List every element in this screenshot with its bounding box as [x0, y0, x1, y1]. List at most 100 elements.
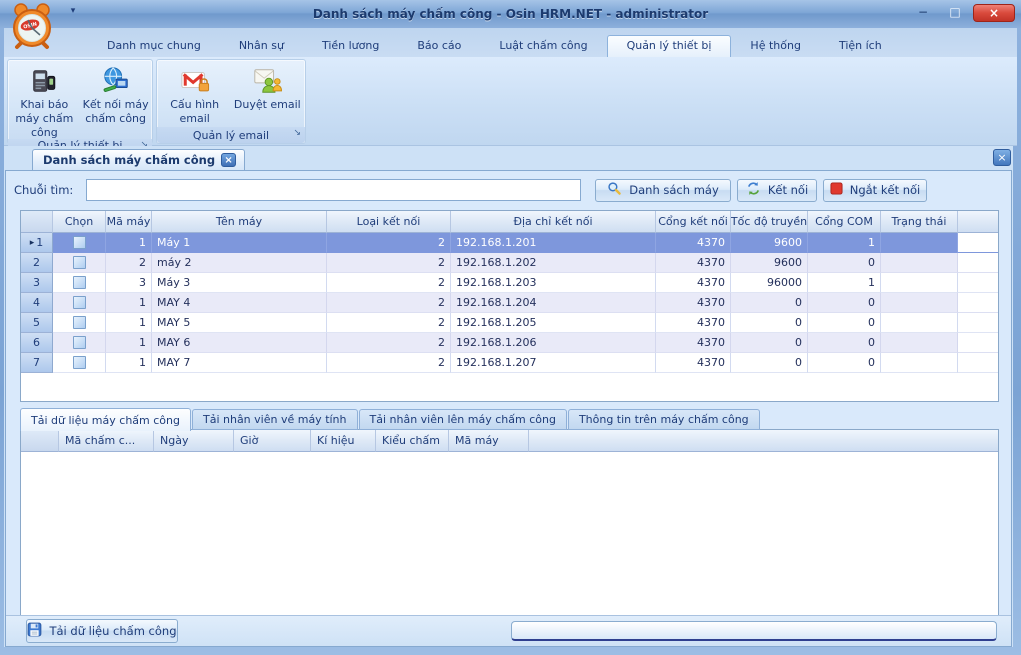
- row-header[interactable]: ▸1: [21, 233, 53, 253]
- button-label: Danh sách máy: [629, 183, 719, 197]
- row-checkbox[interactable]: [73, 236, 86, 249]
- table-cell: [881, 293, 958, 313]
- row-checkbox[interactable]: [73, 256, 86, 269]
- table-cell: 0: [808, 313, 881, 333]
- menu-tab-7[interactable]: Tiện ích: [820, 36, 901, 57]
- row-number: 5: [33, 316, 40, 329]
- column-header[interactable]: Cổng COM: [808, 211, 881, 233]
- table-cell: 192.168.1.205: [451, 313, 656, 333]
- menu-tab-2[interactable]: Tiền lương: [303, 36, 398, 57]
- column-header[interactable]: Loại kết nối: [327, 211, 451, 233]
- table-row[interactable]: 51MAY 52192.168.1.205437000: [21, 313, 998, 333]
- row-number: 4: [33, 296, 40, 309]
- column-header[interactable]: Mã máy: [106, 211, 152, 233]
- table-row[interactable]: 22máy 22192.168.1.202437096000: [21, 253, 998, 273]
- ribbon: Khai báo máy chấm công: [4, 57, 1017, 146]
- connect-attendance-machine-button[interactable]: Kết nối máy chấm công: [81, 63, 151, 139]
- declare-attendance-machine-button[interactable]: Khai báo máy chấm công: [9, 63, 79, 139]
- column-header[interactable]: Cổng kết nối: [656, 211, 731, 233]
- table-row[interactable]: ▸11Máy 12192.168.1.201437096001: [21, 233, 998, 253]
- table-cell: 192.168.1.206: [451, 333, 656, 353]
- menu-tab-3[interactable]: Báo cáo: [398, 36, 480, 57]
- table-cell: 192.168.1.204: [451, 293, 656, 313]
- column-header[interactable]: Kí hiệu: [311, 430, 376, 452]
- column-header[interactable]: Mã máy: [449, 430, 529, 452]
- table-cell: 1: [106, 333, 152, 353]
- row-number: 1: [36, 236, 43, 249]
- column-header[interactable]: Giờ: [234, 430, 311, 452]
- table-cell: [881, 353, 958, 373]
- row-checkbox[interactable]: [73, 336, 86, 349]
- column-header-filler: [958, 211, 998, 233]
- row-checkbox[interactable]: [73, 356, 86, 369]
- table-cell: 2: [327, 253, 451, 273]
- configure-email-button[interactable]: Cấu hình email: [160, 63, 230, 127]
- download-attendance-button[interactable]: Tải dữ liệu chấm công: [26, 619, 178, 643]
- app-logo-alarm-clock-icon[interactable]: OSIN: [8, 2, 56, 52]
- ribbon-tab-bar: Danh mục chungNhân sựTiền lươngBáo cáoLu…: [4, 28, 1017, 57]
- menu-tab-6[interactable]: Hệ thống: [731, 36, 820, 57]
- table-cell: [881, 333, 958, 353]
- table-row[interactable]: 61MAY 62192.168.1.206437000: [21, 333, 998, 353]
- menu-tab-0[interactable]: Danh mục chung: [88, 36, 220, 57]
- bottom-tab-2[interactable]: Tải nhân viên lên máy chấm công: [359, 409, 567, 430]
- document-tab-machine-list[interactable]: Danh sách máy chấm công ×: [32, 149, 245, 170]
- search-input[interactable]: [86, 179, 581, 201]
- attendance-data-grid: Mã chấm c...NgàyGiờKí hiệuKiểu chấmMã má…: [20, 429, 999, 616]
- table-cell: MAY 5: [152, 313, 327, 333]
- column-header[interactable]: Kiểu chấm: [376, 430, 449, 452]
- panel-close-button[interactable]: ×: [993, 149, 1011, 166]
- minimize-button[interactable]: −: [909, 4, 937, 22]
- bottom-tab-1[interactable]: Tải nhân viên về máy tính: [192, 409, 358, 430]
- table-row[interactable]: 71MAY 72192.168.1.207437000: [21, 353, 998, 373]
- table-cell: 0: [731, 313, 808, 333]
- column-header[interactable]: Mã chấm c...: [59, 430, 154, 452]
- column-header[interactable]: Chọn: [53, 211, 106, 233]
- table-cell: 2: [327, 293, 451, 313]
- row-checkbox[interactable]: [73, 276, 86, 289]
- machine-list-button[interactable]: Danh sách máy: [595, 179, 731, 202]
- row-checkbox[interactable]: [73, 296, 86, 309]
- window-controls: − □ ×: [909, 4, 1015, 22]
- quick-access-dropdown-icon[interactable]: ▾: [64, 4, 82, 18]
- table-cell: 2: [327, 353, 451, 373]
- document-tab-label: Danh sách máy chấm công: [43, 153, 215, 167]
- row-header[interactable]: 7: [21, 353, 53, 373]
- dialog-launcher-icon[interactable]: ↘: [293, 128, 301, 138]
- ribbon-button-label: Kết nối máy chấm công: [81, 98, 151, 126]
- menu-tab-4[interactable]: Luật chấm công: [480, 36, 606, 57]
- checkbox-cell: [53, 313, 106, 333]
- network-globe-icon: [101, 65, 131, 97]
- connect-button[interactable]: Kết nối: [737, 179, 817, 202]
- table-row[interactable]: 41MAY 42192.168.1.204437000: [21, 293, 998, 313]
- row-header[interactable]: 2: [21, 253, 53, 273]
- menu-tab-5[interactable]: Quản lý thiết bị: [607, 35, 732, 57]
- row-header[interactable]: 6: [21, 333, 53, 353]
- grid-header-row: ChọnMã máyTên máyLoại kết nốiĐịa chỉ kết…: [21, 211, 998, 233]
- email-contacts-icon: [252, 65, 282, 97]
- row-header[interactable]: 4: [21, 293, 53, 313]
- row-header[interactable]: 5: [21, 313, 53, 333]
- column-header[interactable]: Ngày: [154, 430, 234, 452]
- tab-close-icon[interactable]: ×: [221, 153, 236, 167]
- row-checkbox[interactable]: [73, 316, 86, 329]
- row-number: 6: [33, 336, 40, 349]
- bottom-tab-3[interactable]: Thông tin trên máy chấm công: [568, 409, 760, 430]
- column-header[interactable]: Tên máy: [152, 211, 327, 233]
- close-button[interactable]: ×: [973, 4, 1015, 22]
- browse-email-button[interactable]: Duyệt email: [232, 63, 302, 127]
- row-header[interactable]: 3: [21, 273, 53, 293]
- table-cell-filler: [958, 253, 998, 273]
- column-header[interactable]: Trạng thái: [881, 211, 958, 233]
- table-row[interactable]: 33Máy 32192.168.1.2034370960001: [21, 273, 998, 293]
- table-cell: [881, 273, 958, 293]
- maximize-button[interactable]: □: [941, 4, 969, 22]
- menu-tab-1[interactable]: Nhân sự: [220, 36, 303, 57]
- document-tab-strip: Danh sách máy chấm công × ×: [4, 149, 1013, 170]
- save-icon: [27, 622, 42, 640]
- bottom-tab-0[interactable]: Tải dữ liệu máy chấm công: [20, 408, 191, 431]
- disconnect-button[interactable]: Ngắt kết nối: [823, 179, 927, 202]
- column-header[interactable]: Địa chỉ kết nối: [451, 211, 656, 233]
- table-cell: MAY 7: [152, 353, 327, 373]
- column-header[interactable]: Tốc độ truyền: [731, 211, 808, 233]
